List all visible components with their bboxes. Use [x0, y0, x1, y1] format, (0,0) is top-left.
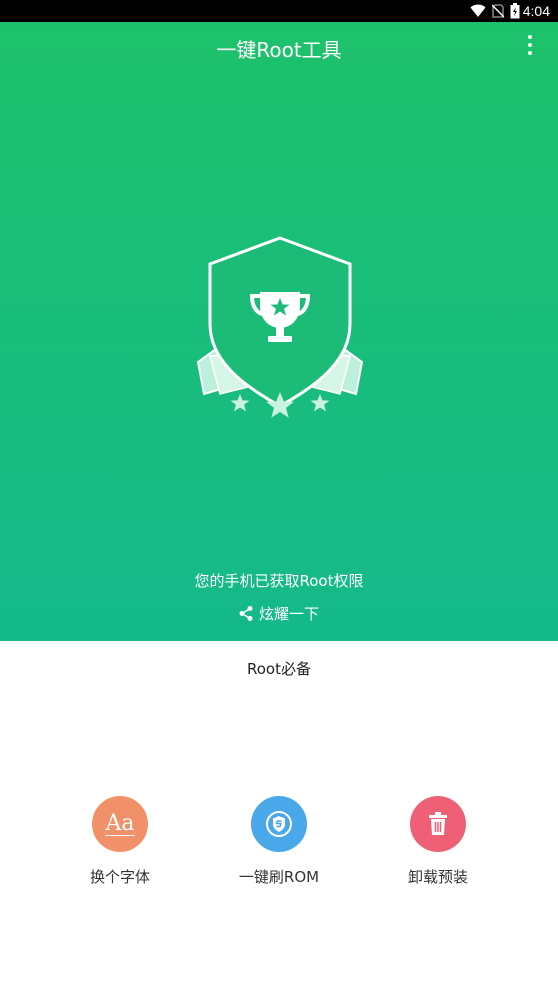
change-font-button[interactable]: Aa 换个字体: [50, 796, 190, 887]
more-vert-icon[interactable]: [522, 33, 538, 59]
share-button[interactable]: 炫耀一下: [0, 603, 558, 624]
root-status-text: 您的手机已获取Root权限: [194, 572, 364, 590]
uninstall-preinstalled-button[interactable]: 卸载预装: [368, 796, 508, 887]
uninstall-label: 卸载预装: [407, 868, 468, 886]
section-title: Root必备: [247, 660, 311, 678]
font-icon-glyph: Aa: [105, 810, 135, 836]
share-icon: [239, 606, 253, 621]
share-label: 炫耀一下: [258, 605, 319, 623]
flash-rom-label: 一键刷ROM: [238, 868, 320, 886]
change-font-label: 换个字体: [89, 868, 150, 886]
flash-rom-button[interactable]: 一键刷ROM: [209, 796, 349, 887]
status-bar: 4:04: [0, 0, 558, 22]
wifi-icon: [470, 4, 486, 17]
clock: 4:04: [522, 3, 550, 19]
no-sim-icon: [492, 4, 504, 18]
trophy-shield-icon: [196, 236, 364, 418]
shield-s-icon: [251, 796, 307, 852]
font-icon: Aa: [92, 796, 148, 852]
app-title: 一键Root工具: [216, 38, 342, 62]
battery-charging-icon: [510, 3, 520, 19]
trash-icon: [410, 796, 466, 852]
hero-panel: 一键Root工具 您的手机已获取Root权限 炫耀一下: [0, 22, 558, 641]
